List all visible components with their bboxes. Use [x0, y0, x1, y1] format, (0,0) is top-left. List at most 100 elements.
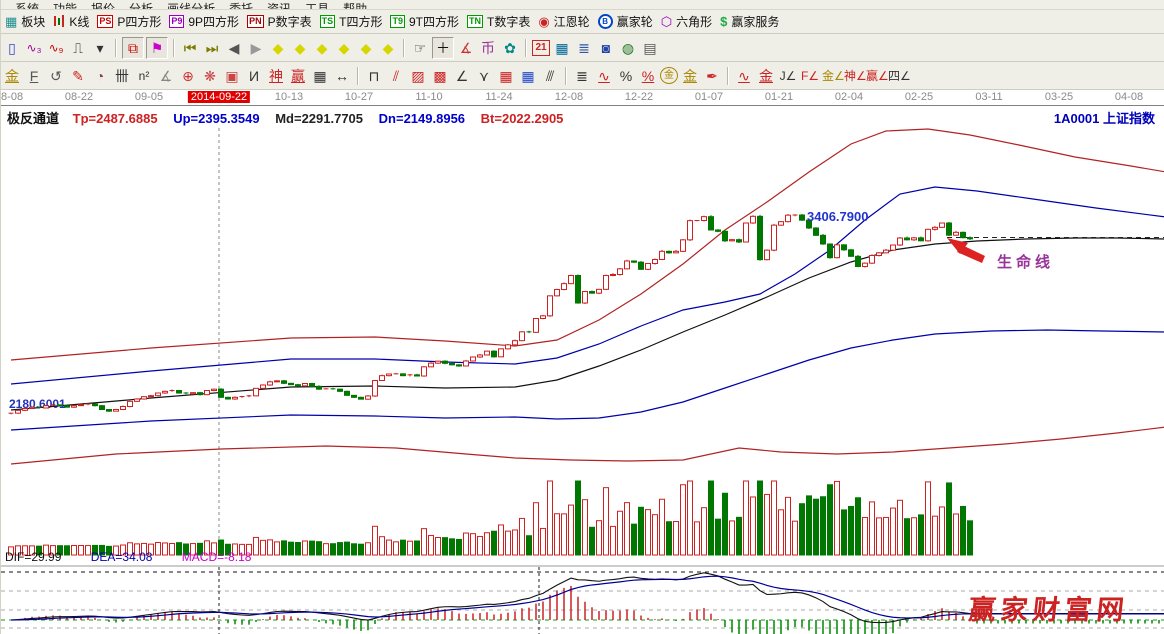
bars9-icon[interactable]: ∿₉: [46, 38, 66, 58]
circle-cross-tool[interactable]: ⊕: [178, 66, 198, 86]
shaded-grid-tool[interactable]: ▩: [430, 66, 450, 86]
pattern-icon[interactable]: ⧉: [122, 37, 144, 59]
first-bar-button[interactable]: ⏮: [180, 38, 200, 58]
grid123-tool[interactable]: ▦: [310, 66, 330, 86]
t-number-button[interactable]: TNT数字表: [467, 13, 530, 30]
date-axis[interactable]: 08-0808-2209-052014-09-2210-1310-2711-10…: [1, 90, 1164, 106]
wave-percent-tool[interactable]: ∿: [594, 66, 614, 86]
t-square-button[interactable]: TST四方形: [320, 13, 383, 30]
spiral-tool[interactable]: ↺: [46, 66, 66, 86]
date-tick[interactable]: 03-11: [975, 91, 1002, 103]
gold-angle-tool[interactable]: 金∠: [822, 66, 842, 86]
gann-wheel-button[interactable]: ◉江恩轮: [538, 13, 589, 30]
last-bar-button[interactable]: ⏭: [202, 38, 222, 58]
next-bar-button[interactable]: ▶: [246, 38, 266, 58]
ray-fan-tool[interactable]: ⫽: [386, 66, 406, 86]
zoom-diamond-out[interactable]: ◆: [334, 38, 354, 58]
menu-item-5[interactable]: 委托: [229, 0, 253, 10]
menu-item-7[interactable]: 工具: [305, 0, 329, 10]
chart-area[interactable]: 2180.6001 极反通道 Tp=2487.6885 Up=2395.3549…: [1, 106, 1164, 634]
date-tick[interactable]: 08-08: [0, 91, 23, 103]
n2-tool[interactable]: n²: [134, 66, 154, 86]
gold-circle-tool[interactable]: 金: [660, 67, 678, 84]
p-number-button[interactable]: PNP数字表: [247, 13, 312, 30]
menu-item-0[interactable]: 系统: [15, 0, 39, 10]
menu-item-2[interactable]: 报价: [91, 0, 115, 10]
trend-angle-tool[interactable]: ∠: [452, 66, 472, 86]
star-circle-tool[interactable]: ❋: [200, 66, 220, 86]
date-tick[interactable]: 10-13: [275, 91, 303, 103]
menu-item-8[interactable]: 帮助: [343, 0, 367, 10]
brush-tool[interactable]: ✒: [702, 66, 722, 86]
date-tick[interactable]: 12-08: [555, 91, 583, 103]
zoom-diamond-left[interactable]: ◆: [268, 38, 288, 58]
calculator-button[interactable]: ▦: [552, 38, 572, 58]
date-tick-highlighted[interactable]: 2014-09-22: [188, 91, 250, 103]
zoom-diamond-right[interactable]: ◆: [290, 38, 310, 58]
zoom-diamond-star[interactable]: ◆: [356, 38, 376, 58]
frame-tool[interactable]: ⊓: [364, 66, 384, 86]
zoom-diamond-full[interactable]: ◆: [378, 38, 398, 58]
winner-wheel-button[interactable]: B赢家轮: [598, 13, 653, 30]
menu-item-3[interactable]: 分析: [129, 0, 153, 10]
four-angle-tool[interactable]: 四∠: [888, 66, 908, 86]
date-tick[interactable]: 12-22: [625, 91, 653, 103]
menu-bar[interactable]: 系统 功能 报价 分析 画线分析 委托 资讯 工具 帮助: [1, 0, 1164, 10]
brain-icon[interactable]: ✿: [500, 38, 520, 58]
calendar-button[interactable]: 21: [532, 40, 550, 56]
f-angle-tool[interactable]: F∠: [800, 66, 820, 86]
9p-square-button[interactable]: P99P四方形: [169, 13, 239, 30]
save-button[interactable]: ◙: [596, 38, 616, 58]
date-tick[interactable]: 03-25: [1045, 91, 1073, 103]
p-square-button[interactable]: PSP四方形: [97, 13, 161, 30]
shen-tool[interactable]: 神: [266, 66, 286, 86]
f-line-tool[interactable]: F: [24, 66, 44, 86]
parallel-lines-tool[interactable]: ⫻: [540, 66, 560, 86]
cycle-circle-tool[interactable]: ◔: [90, 66, 110, 86]
shen-angle-tool[interactable]: 神∠: [844, 66, 864, 86]
wave-v-tool[interactable]: ⋎: [474, 66, 494, 86]
gold-under-tool[interactable]: 金: [680, 66, 700, 86]
notes-button[interactable]: ≣: [574, 38, 594, 58]
hrange-tool[interactable]: ↔: [332, 66, 352, 86]
winner-service-button[interactable]: $赢家服务: [720, 13, 779, 30]
date-tick[interactable]: 04-08: [1115, 91, 1143, 103]
candle-style-dropdown[interactable]: ▾: [90, 38, 110, 58]
angle-tool[interactable]: ∡: [156, 66, 176, 86]
menu-item-6[interactable]: 资讯: [267, 0, 291, 10]
ying-angle-tool[interactable]: 赢∠: [866, 66, 886, 86]
blue-grid-tool[interactable]: ▦: [518, 66, 538, 86]
gold-red-tool[interactable]: 金: [756, 66, 776, 86]
sector-button[interactable]: ▦板块: [5, 13, 45, 30]
bar-target-tool[interactable]: ≣: [572, 66, 592, 86]
date-tick[interactable]: 11-10: [415, 91, 442, 103]
trend-flag-icon[interactable]: ⚑: [146, 37, 168, 59]
prev-bar-button[interactable]: ◀: [224, 38, 244, 58]
9t-square-button[interactable]: T99T四方形: [390, 13, 459, 30]
date-tick[interactable]: 01-21: [765, 91, 793, 103]
print-button[interactable]: ▤: [640, 38, 660, 58]
menu-item-4[interactable]: 画线分析: [167, 0, 215, 10]
candle-style-icon[interactable]: ⎍: [68, 38, 88, 58]
ying-tool[interactable]: 赢: [288, 66, 308, 86]
square-star-tool[interactable]: ▣: [222, 66, 242, 86]
bars3-icon[interactable]: ∿₃: [24, 38, 44, 58]
j-angle-tool[interactable]: J∠: [778, 66, 798, 86]
angle-measure-tool[interactable]: ∡: [456, 38, 476, 58]
scale-tool[interactable]: 卌: [112, 66, 132, 86]
crosshair-tool[interactable]: ＋: [432, 37, 454, 59]
purple-window-icon[interactable]: 币: [478, 38, 498, 58]
compare-icon[interactable]: ▯: [2, 38, 22, 58]
hand-tool[interactable]: ☞: [410, 38, 430, 58]
red-grid-tool[interactable]: ▦: [496, 66, 516, 86]
date-tick[interactable]: 01-07: [695, 91, 723, 103]
date-tick[interactable]: 02-04: [835, 91, 863, 103]
percent-tool[interactable]: %: [616, 66, 636, 86]
date-tick[interactable]: 09-05: [135, 91, 163, 103]
date-tick[interactable]: 02-25: [905, 91, 933, 103]
date-tick[interactable]: 08-22: [65, 91, 93, 103]
gold-line-tool[interactable]: 金: [2, 66, 22, 86]
menu-item-1[interactable]: 功能: [53, 0, 77, 10]
percent-line-tool[interactable]: %: [638, 66, 658, 86]
zoom-diamond-in[interactable]: ◆: [312, 38, 332, 58]
